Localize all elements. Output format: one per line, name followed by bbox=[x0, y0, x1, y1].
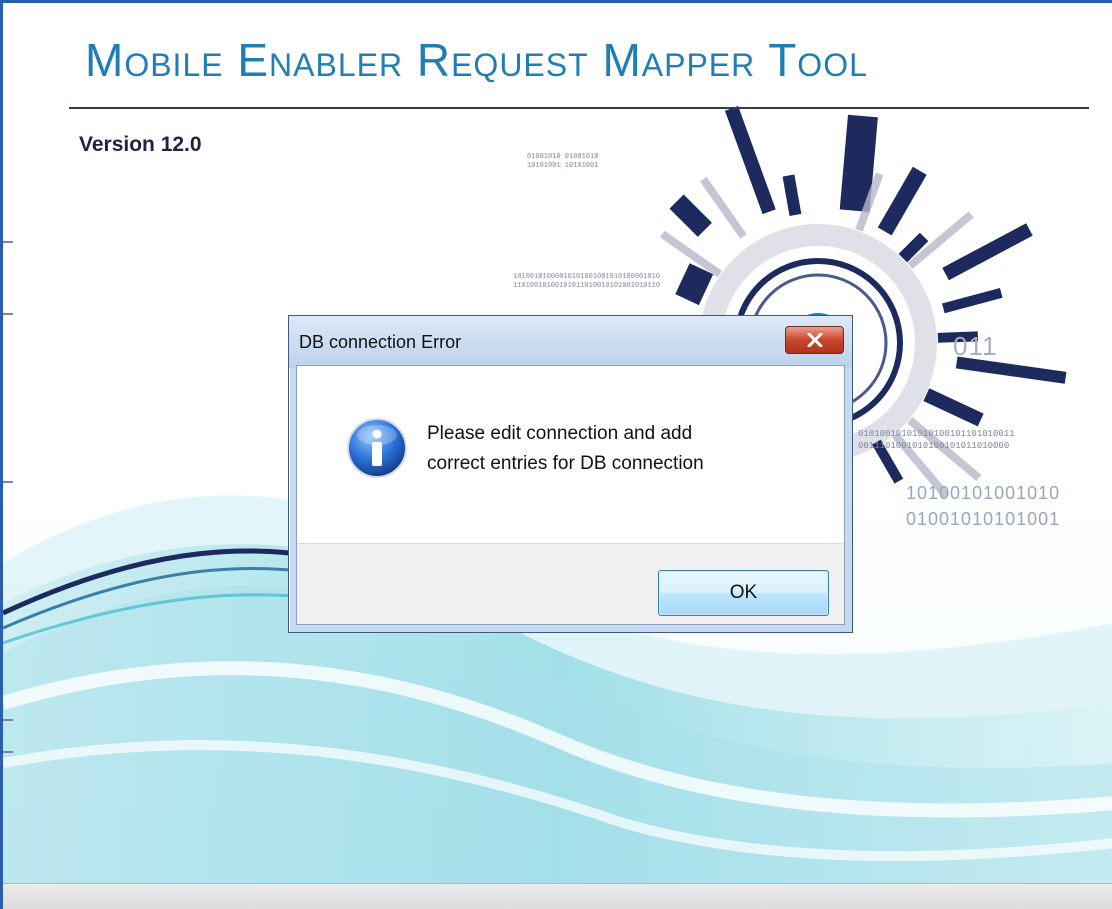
binary-decoration-right: 01010010101010100101101010011 0011101001… bbox=[858, 428, 1015, 452]
edge-marker bbox=[3, 313, 13, 315]
binary-decoration-top: 01001010 01001010 10101001 10101001 bbox=[527, 153, 598, 171]
edge-marker bbox=[3, 481, 13, 483]
binary-ring-text: 011 bbox=[953, 331, 998, 361]
ok-button[interactable]: OK bbox=[658, 570, 829, 616]
app-title: Mobile Enabler Request Mapper Tool bbox=[85, 34, 868, 86]
edge-marker bbox=[3, 719, 13, 721]
binary-line: 01010010101010100101101010011 bbox=[858, 429, 1015, 439]
binary-line: 01001010 01001010 bbox=[527, 153, 599, 161]
edge-marker bbox=[3, 241, 13, 243]
close-icon bbox=[807, 333, 822, 347]
db-error-dialog: DB connection Error Please edit connecti… bbox=[288, 315, 853, 633]
version-label: Version 12.0 bbox=[79, 133, 202, 156]
binary-line: 01001010101001 bbox=[906, 509, 1061, 529]
message-line: Please edit connection and add bbox=[427, 423, 693, 444]
message-line: correct entries for DB connection bbox=[427, 453, 704, 474]
status-bar bbox=[3, 883, 1112, 909]
binary-line: 10100101000010101001001010100001010 bbox=[513, 273, 661, 281]
dialog-titlebar[interactable]: DB connection Error bbox=[289, 316, 852, 368]
dialog-title: DB connection Error bbox=[299, 332, 462, 352]
title-divider bbox=[69, 107, 1089, 109]
information-icon bbox=[347, 418, 407, 478]
binary-line: 0011101001010100101011010000 bbox=[858, 441, 1010, 451]
error-message: Please edit connection and add correct e… bbox=[427, 419, 827, 479]
binary-line: 10100101001010 bbox=[906, 483, 1061, 503]
binary-decoration-mid: 10100101000010101001001010100001010 1101… bbox=[513, 273, 660, 291]
dialog-body: Please edit connection and add correct e… bbox=[296, 365, 845, 625]
close-button[interactable] bbox=[785, 326, 844, 354]
binary-line: 10101001 10101001 bbox=[527, 162, 599, 170]
binary-decoration-large: 10100101001010 01001010101001 bbox=[906, 480, 1060, 532]
dialog-footer: OK bbox=[297, 543, 844, 624]
edge-marker bbox=[3, 751, 13, 753]
binary-line: 11010010100101011010010101001010110 bbox=[513, 282, 661, 290]
